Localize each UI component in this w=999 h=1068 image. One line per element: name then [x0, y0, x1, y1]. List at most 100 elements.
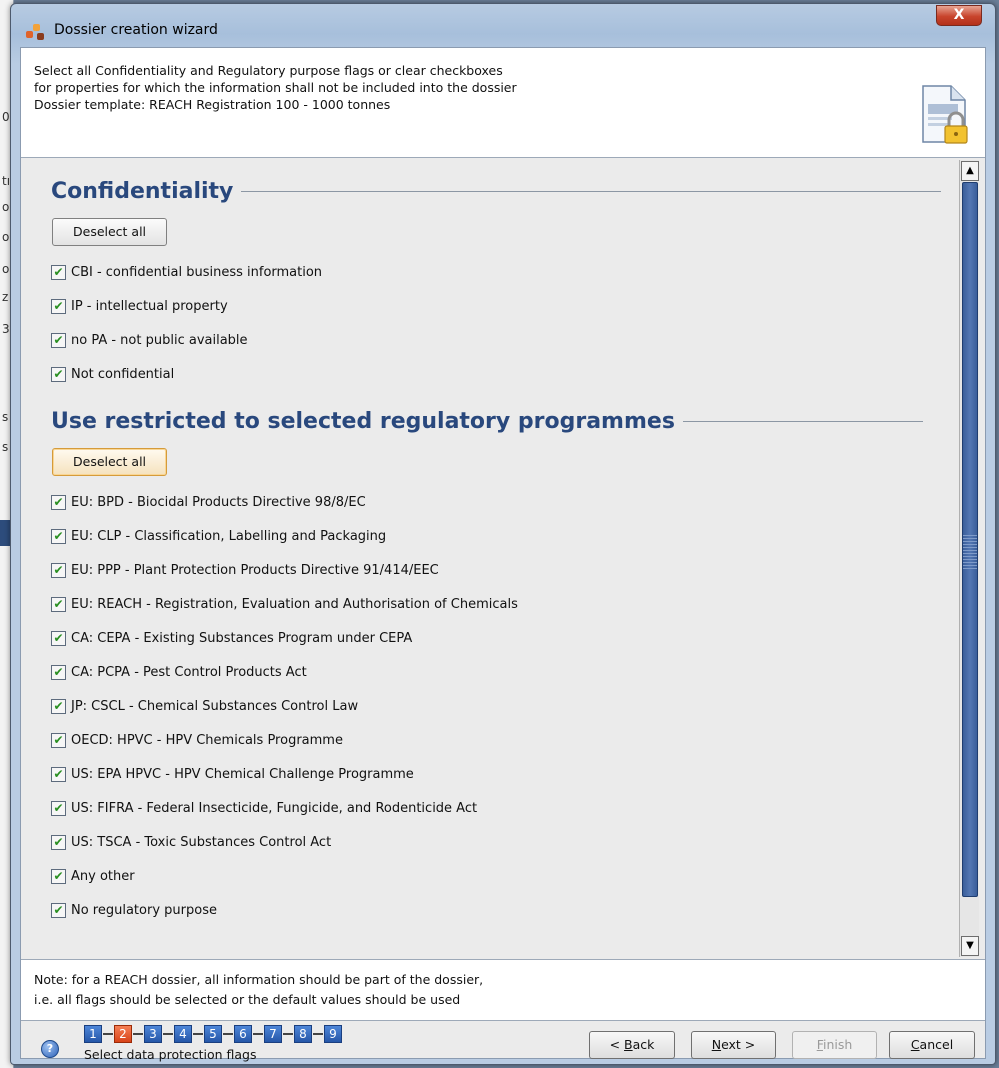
vertical-scrollbar[interactable]: ▲ ▼ [959, 160, 979, 957]
help-icon[interactable]: ? [41, 1040, 59, 1058]
finish-button[interactable]: Finish [792, 1031, 877, 1059]
checkbox[interactable]: ✔ [51, 732, 66, 748]
regulatory-flag-row[interactable]: ✔ JP: CSCL - Chemical Substances Control … [51, 695, 358, 717]
step-4[interactable]: 4 [174, 1025, 192, 1043]
heading-divider [682, 421, 923, 422]
regulatory-flag-row[interactable]: ✔ Any other [51, 865, 135, 887]
checkbox-label: CA: PCPA - Pest Control Products Act [71, 664, 307, 680]
checkbox[interactable]: ✔ [51, 766, 66, 782]
step-connector [163, 1033, 173, 1035]
close-button[interactable]: X [936, 5, 982, 26]
checkbox-label: US: FIFRA - Federal Insecticide, Fungici… [71, 800, 478, 816]
regulatory-flag-row[interactable]: ✔ EU: PPP - Plant Protection Products Dir… [51, 559, 439, 581]
regulatory-flag-row[interactable]: ✔ CA: PCPA - Pest Control Products Act [51, 661, 307, 683]
step-3[interactable]: 3 [144, 1025, 162, 1043]
step-connector [283, 1033, 293, 1035]
checkbox[interactable]: ✔ [51, 562, 66, 578]
regulatory-flag-row[interactable]: ✔ EU: BPD - Biocidal Products Directive 9… [51, 491, 366, 513]
step-connector [313, 1033, 323, 1035]
checkbox-label: Not confidential [71, 366, 175, 382]
regulatory-flag-row[interactable]: ✔ EU: REACH - Registration, Evaluation an… [51, 593, 518, 615]
step-connector [103, 1033, 113, 1035]
checkbox-label: EU: CLP - Classification, Labelling and … [71, 528, 387, 544]
back-label: ack [632, 1037, 655, 1052]
regulatory-flag-row[interactable]: ✔ No regulatory purpose [51, 899, 217, 921]
checkbox[interactable]: ✔ [51, 494, 66, 510]
checkbox-label: EU: REACH - Registration, Evaluation and… [71, 596, 518, 612]
checkbox[interactable]: ✔ [51, 596, 66, 612]
note-line-2: i.e. all flags should be selected or the… [34, 992, 461, 1007]
regulatory-flag-row[interactable]: ✔ US: FIFRA - Federal Insecticide, Fungic… [51, 797, 477, 819]
checkbox-label: EU: PPP - Plant Protection Products Dire… [71, 562, 439, 578]
next-button[interactable]: Next > [691, 1031, 776, 1059]
checkbox[interactable]: ✔ [51, 664, 66, 680]
checkbox[interactable]: ✔ [51, 264, 66, 280]
checkbox[interactable]: ✔ [51, 800, 66, 816]
step-9[interactable]: 9 [324, 1025, 342, 1043]
step-6[interactable]: 6 [234, 1025, 252, 1043]
step-7[interactable]: 7 [264, 1025, 282, 1043]
confidentiality-deselect-all-button[interactable]: Deselect all [52, 218, 168, 246]
dossier-template-line: Dossier template: REACH Registration 100… [34, 97, 391, 112]
next-label: ext > [721, 1037, 756, 1052]
confidentiality-flag-row[interactable]: ✔ IP - intellectual property [51, 295, 228, 317]
regulatory-title: Use restricted to selected regulatory pr… [51, 409, 675, 434]
step-indicator: 123456789 [84, 1025, 342, 1043]
checkbox[interactable]: ✔ [51, 868, 66, 884]
checkbox[interactable]: ✔ [51, 834, 66, 850]
regulatory-flag-row[interactable]: ✔ CA: CEPA - Existing Substances Program … [51, 627, 412, 649]
step-connector [133, 1033, 143, 1035]
checkbox-label: JP: CSCL - Chemical Substances Control L… [71, 698, 359, 714]
regulatory-flag-row[interactable]: ✔ OECD: HPVC - HPV Chemicals Programme [51, 729, 343, 751]
step-2[interactable]: 2 [114, 1025, 132, 1043]
checkbox[interactable]: ✔ [51, 630, 66, 646]
confidentiality-flag-row[interactable]: ✔ Not confidential [51, 363, 174, 385]
wizard-header: Select all Confidentiality and Regulator… [21, 48, 985, 158]
flags-scroll-panel[interactable]: Confidentiality Deselect all ✔ CBI - conf… [35, 160, 979, 957]
checkbox-label: IP - intellectual property [71, 298, 228, 314]
step-8[interactable]: 8 [294, 1025, 312, 1043]
header-instruction-line-1: Select all Confidentiality and Regulator… [34, 63, 503, 78]
wizard-client: Select all Confidentiality and Regulator… [20, 47, 986, 1062]
title-bar: Dossier creation wizard X [11, 4, 995, 50]
checkbox-label: OECD: HPVC - HPV Chemicals Programme [71, 732, 343, 748]
confidentiality-heading: Confidentiality [51, 179, 942, 204]
checkbox[interactable]: ✔ [51, 902, 66, 918]
checkbox[interactable]: ✔ [51, 298, 66, 314]
scroll-up-arrow-icon[interactable]: ▲ [961, 161, 979, 181]
checkbox[interactable]: ✔ [51, 332, 66, 348]
app-icon [26, 22, 46, 40]
regulatory-flag-row[interactable]: ✔ EU: CLP - Classification, Labelling and… [51, 525, 386, 547]
checkbox[interactable]: ✔ [51, 528, 66, 544]
regulatory-heading: Use restricted to selected regulatory pr… [51, 409, 923, 434]
step-connector [253, 1033, 263, 1035]
step-5[interactable]: 5 [204, 1025, 222, 1043]
confidentiality-flag-row[interactable]: ✔ CBI - confidential business information [51, 261, 322, 283]
step-1[interactable]: 1 [84, 1025, 102, 1043]
note-line-1: Note: for a REACH dossier, all informati… [34, 972, 484, 987]
regulatory-deselect-all-button[interactable]: Deselect all [52, 448, 168, 476]
checkbox-label: EU: BPD - Biocidal Products Directive 98… [71, 494, 366, 510]
checkbox-label: CA: CEPA - Existing Substances Program u… [71, 630, 413, 646]
checkbox[interactable]: ✔ [51, 366, 66, 382]
back-arrow-text: < [609, 1037, 625, 1052]
header-instruction-line-2: for properties for which the information… [34, 80, 517, 95]
back-button[interactable]: < Back [589, 1031, 675, 1059]
step-connector [223, 1033, 233, 1035]
regulatory-flag-row[interactable]: ✔ US: EPA HPVC - HPV Chemical Challenge P… [51, 763, 414, 785]
back-accelerator: B [624, 1037, 633, 1052]
checkbox-label: no PA - not public available [71, 332, 248, 348]
scrollbar-thumb[interactable] [962, 182, 978, 897]
cancel-accelerator: C [910, 1037, 920, 1052]
scroll-down-arrow-icon[interactable]: ▼ [961, 936, 979, 956]
regulatory-flag-row[interactable]: ✔ US: TSCA - Toxic Substances Control Act [51, 831, 331, 853]
checkbox-label: CBI - confidential business information [71, 264, 323, 280]
checkbox-label: No regulatory purpose [71, 902, 217, 918]
checkbox[interactable]: ✔ [51, 698, 66, 714]
window-title: Dossier creation wizard [54, 22, 218, 38]
confidentiality-flag-row[interactable]: ✔ no PA - not public available [51, 329, 248, 351]
next-accelerator: N [711, 1037, 722, 1052]
cancel-button[interactable]: Cancel [889, 1031, 975, 1059]
heading-divider [241, 191, 942, 192]
checkbox-label: US: TSCA - Toxic Substances Control Act [71, 834, 332, 850]
